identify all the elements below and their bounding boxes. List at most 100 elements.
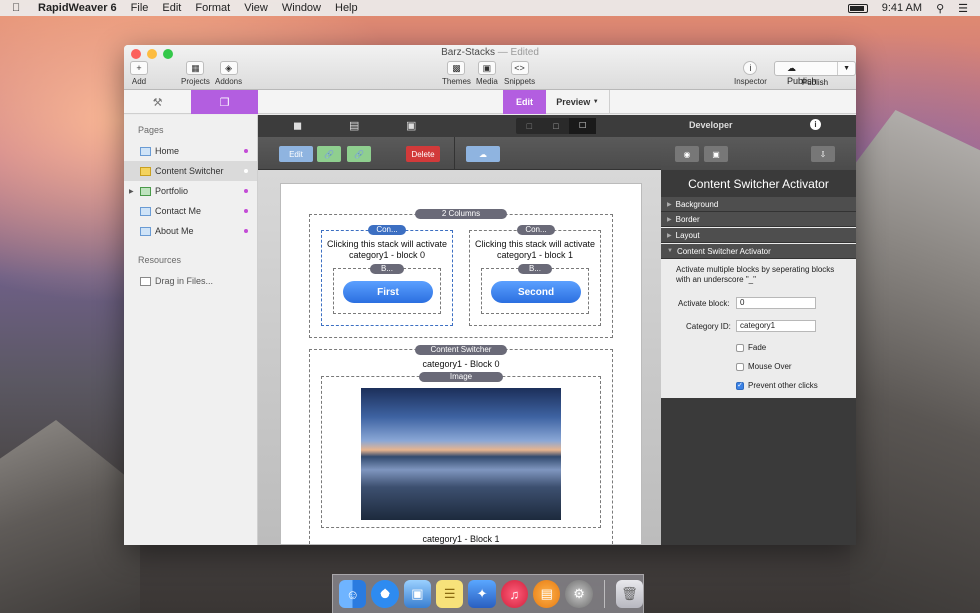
addons-button[interactable]: ◈ Addons (215, 61, 242, 86)
menu-edit[interactable]: Edit (162, 2, 181, 14)
snippets-button[interactable]: <> Snippets (504, 61, 535, 86)
menu-format[interactable]: Format (195, 2, 230, 14)
media-button[interactable]: ▣ Media (476, 61, 498, 86)
apple-menu-icon[interactable]:  (12, 2, 26, 14)
link-icon[interactable]: 🔗 (317, 146, 341, 162)
menu-file[interactable]: File (131, 2, 149, 14)
preview-icon[interactable]: ▣ (403, 580, 432, 608)
image-icon[interactable]: ▣ (406, 119, 416, 132)
mouse-over-checkbox[interactable] (736, 363, 744, 371)
cube-icon[interactable]: ◼ (293, 119, 302, 132)
pages-header: Pages (138, 125, 164, 135)
edited-indicator: Edited (510, 47, 539, 58)
section-border[interactable]: ▶ Border (661, 212, 856, 227)
tab-preview[interactable]: Preview ▼ (546, 90, 610, 114)
spotlight-icon[interactable]: ⚲ (936, 2, 944, 15)
developer-label: Developer (689, 120, 733, 130)
tab-edit[interactable]: Edit (503, 90, 546, 114)
size-medium-button[interactable]: □ (543, 118, 570, 134)
system-preferences-icon[interactable]: ⚙ (565, 580, 593, 608)
stack-delete-button[interactable]: Delete (406, 146, 440, 162)
media-label: Media (476, 77, 498, 86)
menu-help[interactable]: Help (335, 2, 358, 14)
lock-icon[interactable]: ▣ (704, 146, 728, 162)
menu-window[interactable]: Window (282, 2, 321, 14)
menu-view[interactable]: View (244, 2, 268, 14)
category-id-label: Category ID: (686, 322, 731, 331)
activator-pill-left[interactable]: Con... (368, 225, 406, 235)
cloud-icon: ☁ (787, 63, 796, 73)
projects-icon: ▦ (186, 61, 205, 75)
sidebar-item-portfolio[interactable]: ▶ Portfolio (124, 181, 257, 201)
cloud-icon[interactable]: ☁ (466, 146, 500, 162)
title-separator: — (494, 47, 511, 58)
itunes-icon[interactable]: ♫ (500, 580, 529, 608)
rapidweaver-icon[interactable]: ✦ (468, 580, 496, 608)
projects-label: Projects (181, 77, 210, 86)
sidebar-item-content-switcher[interactable]: Content Switcher (124, 161, 257, 181)
eye-icon[interactable]: ◉ (675, 146, 699, 162)
activator-pill-right[interactable]: Con... (517, 225, 555, 235)
themes-button[interactable]: ▩ Themes (442, 61, 471, 86)
puzzle-icon: ◈ (219, 61, 238, 75)
prevent-clicks-checkbox[interactable]: ✓ (736, 382, 744, 390)
notification-center-icon[interactable]: ☰ (958, 2, 968, 15)
tab-pages[interactable]: ❐ (191, 90, 258, 114)
two-columns-pill[interactable]: 2 Columns (415, 209, 507, 219)
inspector-title: Content Switcher Activator (661, 170, 856, 197)
themes-label: Themes (442, 77, 471, 86)
drag-files-target[interactable]: Drag in Files... (124, 271, 257, 291)
stack-edit-button[interactable]: Edit (279, 146, 313, 162)
b-pill-left[interactable]: B... (370, 264, 404, 274)
add-button[interactable]: + Add (130, 61, 148, 86)
b-pill-right[interactable]: B... (518, 264, 552, 274)
sidebar-item-about[interactable]: About Me (124, 221, 257, 241)
second-button[interactable]: Second (491, 281, 581, 303)
status-dot (244, 189, 248, 193)
install-icon[interactable]: ⇩ (811, 146, 835, 162)
activator-settings: Activate multiple blocks by seperating b… (661, 259, 856, 398)
size-small-button[interactable]: □ (516, 118, 543, 134)
clock[interactable]: 9:41 AM (882, 2, 922, 14)
info-icon[interactable]: i (810, 119, 821, 130)
safari-icon[interactable]: ❖ (371, 580, 399, 608)
projects-button[interactable]: ▦ Projects (181, 61, 210, 86)
ibooks-icon[interactable]: ▤ (533, 580, 561, 608)
image-pill[interactable]: Image (419, 372, 503, 382)
contact-page-icon (140, 206, 151, 216)
fade-checkbox[interactable] (736, 344, 744, 352)
category-id-input[interactable]: category1 (736, 320, 816, 332)
activate-block-input[interactable]: 0 (736, 297, 816, 309)
wallpaper-mountain-left (0, 420, 140, 613)
disclosure-triangle-icon[interactable]: ▶ (129, 188, 134, 195)
content-switcher-pill[interactable]: Content Switcher (415, 345, 507, 355)
chevron-down-icon: ▼ (592, 99, 599, 105)
publish-button-text: ☁ Publish (775, 62, 837, 86)
section-layout[interactable]: ▶ Layout (661, 228, 856, 243)
menu-app-name[interactable]: RapidWeaver 6 (38, 2, 117, 14)
disclosure-triangle-icon: ▶ (667, 201, 672, 208)
media-icon: ▣ (477, 61, 496, 75)
notes-icon[interactable]: ☰ (436, 580, 464, 608)
sidebar-item-home[interactable]: Home (124, 141, 257, 161)
sidebar-item-contact[interactable]: Contact Me (124, 201, 257, 221)
status-dot (244, 229, 248, 233)
battery-icon[interactable] (847, 3, 868, 13)
unlink-icon[interactable]: 🔗 (347, 146, 371, 162)
window-title: Barz-Stacks — Edited (124, 47, 856, 58)
trash-icon[interactable]: 🗑 (615, 580, 644, 608)
pages-icon: ❐ (219, 96, 230, 109)
themes-icon: ▩ (447, 61, 466, 75)
finder-icon[interactable]: ☺ (339, 580, 367, 608)
chevron-down-icon[interactable]: ▼ (837, 62, 855, 75)
section-content-switcher-activator[interactable]: ▼ Content Switcher Activator (661, 244, 856, 259)
first-button[interactable]: First (343, 281, 433, 303)
tab-settings[interactable]: ⚒ (124, 90, 191, 114)
size-large-button[interactable]: □ (569, 118, 597, 134)
layout-icon[interactable]: ▤ (349, 119, 359, 132)
inspector-button[interactable]: i Inspector (734, 61, 767, 86)
publish-button[interactable]: ☁ Publish ▼ (774, 61, 856, 86)
plus-icon: + (130, 61, 148, 75)
landscape-image[interactable] (361, 388, 561, 520)
section-background[interactable]: ▶ Background (661, 197, 856, 212)
